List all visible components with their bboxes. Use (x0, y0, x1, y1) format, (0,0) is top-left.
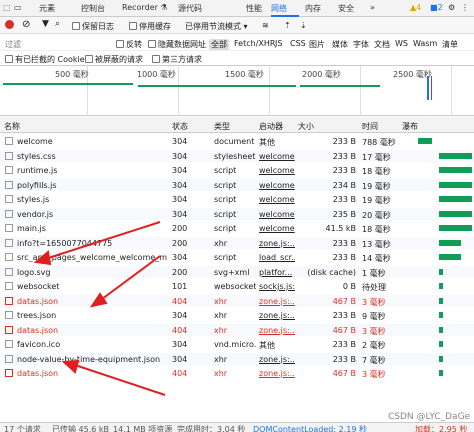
annotation-arrows (33, 221, 166, 396)
annotation-arrow-line (41, 221, 161, 261)
annotation-arrow-head (61, 359, 80, 374)
annotation-arrow-head (89, 292, 108, 308)
dom-content-loaded: DOMContentLoaded: 2.19 秒 (253, 425, 367, 432)
resources-size: 14.1 MB 项资源 (113, 425, 173, 432)
annotation-arrow-line (97, 255, 161, 303)
load-time: 加载：2.95 秒 (415, 424, 468, 432)
transferred-size: 已传输 45.6 kB (52, 425, 110, 432)
watermark: CSDN @LYC_DaGe (388, 412, 471, 422)
status-footer: 17 个请求 已传输 45.6 kB 14.1 MB 项资源 完成用时：3.04… (0, 422, 474, 432)
request-count: 17 个请求 (4, 425, 41, 432)
finish-time: 完成用时：3.04 秒 (177, 425, 246, 432)
annotation-arrow-line (71, 363, 166, 396)
annotation-arrow-head (33, 250, 52, 266)
